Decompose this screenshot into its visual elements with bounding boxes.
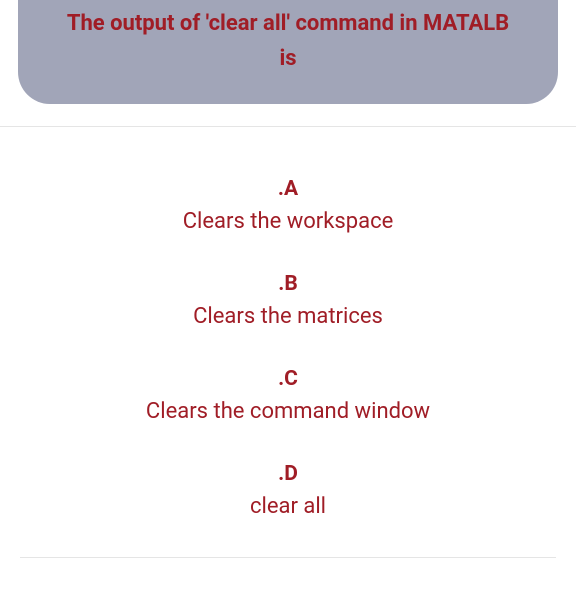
options-container: .A Clears the workspace .B Clears the ma…	[0, 127, 576, 519]
option-d[interactable]: .D clear all	[20, 462, 556, 519]
bottom-divider	[20, 557, 556, 558]
question-box: The output of 'clear all' command in MAT…	[18, 0, 558, 104]
option-c[interactable]: .C Clears the command window	[20, 367, 556, 424]
question-text: The output of 'clear all' command in MAT…	[58, 0, 518, 76]
option-label: .C	[20, 367, 556, 391]
option-label: .B	[20, 272, 556, 296]
option-text: Clears the matrices	[20, 304, 556, 329]
option-b[interactable]: .B Clears the matrices	[20, 272, 556, 329]
option-text: clear all	[20, 494, 556, 519]
option-label: .A	[20, 177, 556, 201]
option-text: Clears the workspace	[20, 209, 556, 234]
option-text: Clears the command window	[20, 399, 556, 424]
option-a[interactable]: .A Clears the workspace	[20, 177, 556, 234]
option-label: .D	[20, 462, 556, 486]
